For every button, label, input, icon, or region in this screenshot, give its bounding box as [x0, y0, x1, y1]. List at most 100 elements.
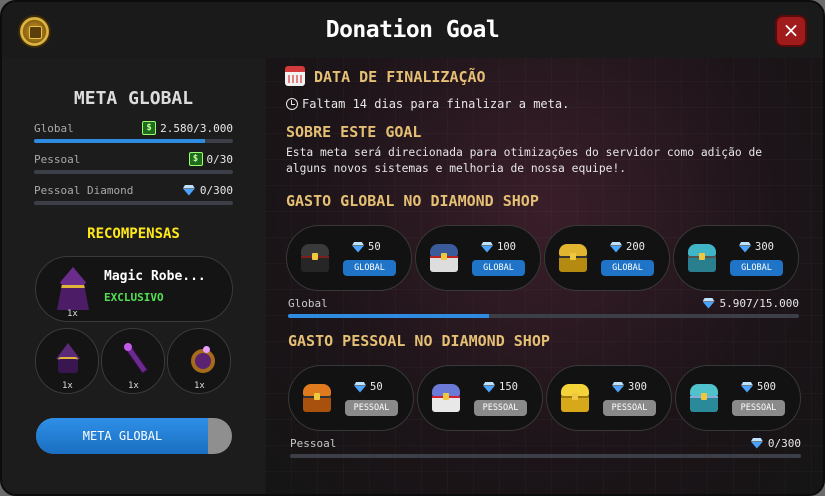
exclusive-tag: EXCLUSIVO: [104, 291, 164, 304]
progress-fill: [34, 139, 206, 143]
personal-tier-50[interactable]: 50 PESSOAL: [288, 365, 414, 431]
donation-goal-window: Donation Goal × META GLOBAL Global $ 2.5…: [0, 0, 825, 496]
global-tier-300[interactable]: 300 GLOBAL: [673, 225, 799, 291]
diamond-icon: [480, 242, 494, 253]
tier-badge: PESSOAL: [732, 400, 785, 416]
personal-tier-150[interactable]: 150 PESSOAL: [417, 365, 543, 431]
stat-label: Global: [34, 121, 74, 135]
reward-name: Magic Robe...: [104, 269, 206, 284]
orange-chest-icon: [303, 384, 331, 412]
tier-price: 300: [755, 241, 774, 253]
right-panel: DATA DE FINALIZAÇÃO Faltam 14 dias para …: [265, 58, 823, 494]
tier-price: 50: [370, 381, 383, 393]
diamond-icon: [182, 185, 196, 196]
reward-slot-ring[interactable]: 1x: [167, 328, 231, 394]
meta-global-button-label: META GLOBAL: [82, 429, 163, 443]
gold-chest-icon: [559, 244, 587, 272]
tier-price: 100: [497, 241, 516, 253]
stat-value: 2.580/3.000: [160, 121, 233, 135]
server-logo-icon: [18, 15, 51, 48]
stat-value: 0/30: [206, 152, 234, 166]
progress-bar: [290, 454, 801, 458]
magic-staff-icon: [118, 341, 150, 373]
global-tier-100[interactable]: 100 GLOBAL: [415, 225, 541, 291]
reward-qty: 1x: [67, 309, 78, 319]
tier-price: 300: [628, 381, 647, 393]
tier-badge: PESSOAL: [474, 400, 527, 416]
stat-global: Global $ 2.580/3.000: [34, 120, 233, 143]
diamond-icon: [611, 382, 625, 393]
progress-label: Global: [288, 296, 328, 310]
progress-value: 5.907/15.000: [719, 296, 799, 310]
clock-icon: [286, 98, 298, 110]
personal-spend-title: GASTO PESSOAL NO DIAMOND SHOP: [288, 332, 550, 350]
reward-qty: 1x: [128, 381, 139, 391]
end-date-title: DATA DE FINALIZAÇÃO: [314, 68, 486, 86]
personal-tier-500[interactable]: 500 PESSOAL: [675, 365, 801, 431]
calendar-icon: [285, 66, 305, 86]
tier-price: 200: [626, 241, 645, 253]
diamond-icon: [482, 382, 496, 393]
global-progress: Global 5.907/15.000: [288, 296, 799, 318]
tier-price: 500: [757, 381, 776, 393]
magic-ring-icon: [184, 341, 216, 373]
diamond-icon: [740, 382, 754, 393]
yellow-chest-icon: [561, 384, 589, 412]
about-text: Esta meta será direcionada para otimizaç…: [286, 146, 763, 175]
stat-label: Pessoal Diamond: [34, 183, 134, 197]
progress-bar: [34, 170, 233, 174]
reward-slot-hat[interactable]: 1x: [35, 328, 99, 394]
window-title: Donation Goal: [325, 17, 500, 43]
black-chest-icon: [301, 244, 329, 272]
diamond-icon: [351, 242, 365, 253]
cash-icon: $: [188, 152, 203, 166]
stat-label: Pessoal: [34, 152, 81, 166]
tier-badge: GLOBAL: [601, 260, 654, 276]
personal-progress: Pessoal 0/300: [290, 436, 801, 458]
pink-chest-icon: [432, 384, 460, 412]
global-tier-200[interactable]: 200 GLOBAL: [544, 225, 670, 291]
global-spend-title: GASTO GLOBAL NO DIAMOND SHOP: [286, 192, 539, 210]
diamond-icon: [702, 298, 716, 309]
main-reward-card[interactable]: Magic Robe... EXCLUSIVO 1x: [35, 256, 233, 322]
global-tier-50[interactable]: 50 GLOBAL: [286, 225, 412, 291]
stat-value: 0/300: [199, 183, 233, 197]
diamond-icon: [609, 242, 623, 253]
teal-chest-icon: [690, 384, 718, 412]
tier-price: 50: [368, 241, 381, 253]
reward-qty: 1x: [194, 381, 205, 391]
tier-price: 150: [499, 381, 518, 393]
about-title: SOBRE ESTE GOAL: [286, 123, 422, 141]
progress-bar: [288, 314, 799, 318]
progress-label: Pessoal: [290, 436, 337, 450]
progress-bar: [34, 201, 233, 205]
progress-value: 0/300: [767, 436, 801, 450]
progress-bar: [34, 139, 233, 143]
title-bar: Donation Goal ×: [2, 2, 823, 58]
progress-fill: [288, 314, 490, 318]
diamond-icon: [738, 242, 752, 253]
reward-qty: 1x: [62, 381, 73, 391]
tier-badge: GLOBAL: [730, 260, 783, 276]
tier-badge: GLOBAL: [343, 260, 396, 276]
close-button[interactable]: ×: [775, 15, 807, 47]
reward-slot-staff[interactable]: 1x: [101, 328, 165, 394]
left-panel: META GLOBAL Global $ 2.580/3.000 Pessoal…: [2, 58, 265, 494]
stat-pessoal: Pessoal $ 0/30: [34, 151, 233, 174]
cash-icon: $: [142, 121, 157, 135]
personal-tier-300[interactable]: 300 PESSOAL: [546, 365, 672, 431]
remaining-time: Faltam 14 dias para finalizar a meta.: [286, 97, 569, 111]
diamond-icon: [750, 438, 764, 449]
tier-badge: GLOBAL: [472, 260, 525, 276]
blue-chest-icon: [430, 244, 458, 272]
meta-title: META GLOBAL: [73, 88, 194, 109]
tier-badge: PESSOAL: [345, 400, 398, 416]
wizard-hat-icon: [52, 341, 84, 373]
tier-badge: PESSOAL: [603, 400, 656, 416]
diamond-icon: [353, 382, 367, 393]
cyan-chest-icon: [688, 244, 716, 272]
rewards-title: RECOMPENSAS: [87, 226, 180, 242]
remaining-text: Faltam 14 dias para finalizar a meta.: [302, 97, 570, 111]
magic-robe-icon: [54, 267, 92, 307]
meta-global-button[interactable]: META GLOBAL: [36, 418, 232, 454]
